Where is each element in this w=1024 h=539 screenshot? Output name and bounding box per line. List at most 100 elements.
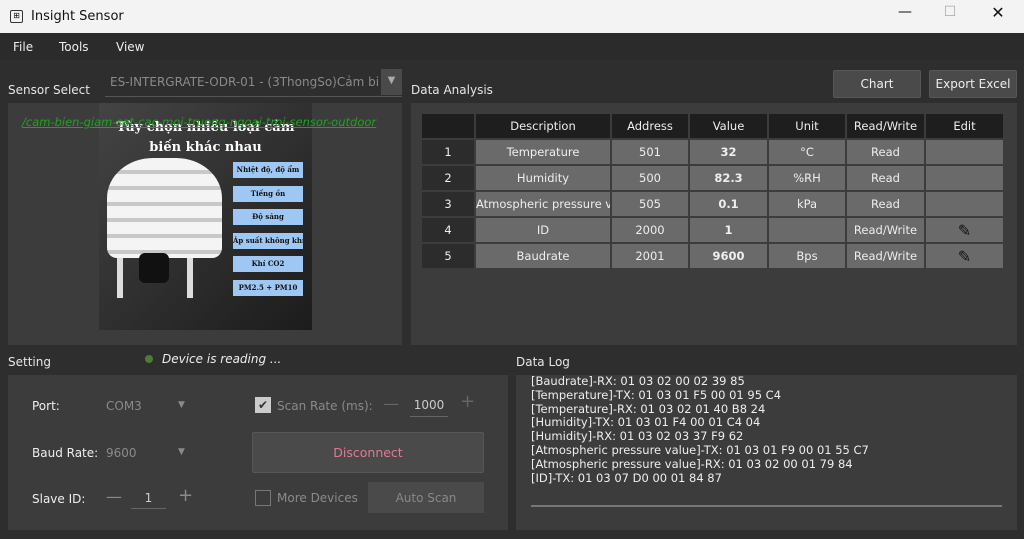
menu-bar: File Tools View: [0, 33, 1024, 60]
port-dropdown[interactable]: COM3 ▼: [106, 395, 191, 417]
unit-cell: %RH: [769, 166, 845, 190]
row-index: 5: [422, 244, 474, 268]
address-cell: 501: [612, 140, 688, 164]
baud-rate-dropdown[interactable]: 9600 ▼: [106, 442, 191, 464]
data-log-label: Data Log: [516, 355, 570, 369]
row-index: 3: [422, 192, 474, 216]
description-cell: ID: [476, 218, 610, 242]
log-line: [Temperature]-TX: 01 03 01 F5 00 01 95 C…: [531, 387, 782, 402]
log-line: [Humidity]-RX: 01 03 02 03 37 F9 62: [531, 429, 744, 444]
horizontal-scrollbar[interactable]: [531, 505, 1002, 507]
unit-cell: [769, 218, 845, 242]
scan-rate-checkbox[interactable]: ✔: [255, 397, 271, 413]
window-title: Insight Sensor: [31, 9, 124, 24]
minimize-button[interactable]: —: [885, 4, 925, 28]
app-icon: ⊞: [10, 10, 23, 23]
sensor-feature-tag: Tiếng ồn: [233, 185, 303, 202]
close-button[interactable]: ✕: [978, 3, 1018, 27]
read-write-cell: Read: [847, 192, 924, 216]
setting-panel: Port: COM3 ▼ Baud Rate: 9600 ▼ Slave ID: —…: [8, 375, 508, 530]
log-line: [Temperature]-RX: 01 03 02 01 40 B8 24: [531, 401, 766, 416]
data-table: Description Address Value Unit Read/Write Edi…: [420, 112, 1005, 270]
scan-rate-label: Scan Rate (ms):: [277, 399, 373, 413]
scan-rate-input[interactable]: 1000: [410, 393, 448, 417]
column-header: Address: [612, 114, 688, 138]
export-excel-button[interactable]: Export Excel: [929, 70, 1017, 98]
sensor-select-value: ES-INTERGRATE-ODR-01 - (3ThongSo)Cảm biế…: [110, 75, 378, 89]
address-cell: 2001: [612, 244, 688, 268]
product-link[interactable]: /cam-bien-giam-sat-cac-moi-truong-ngoai-…: [22, 115, 376, 129]
table-row[interactable]: 3Atmospheric pressure value5050.1kPaRead: [422, 192, 1003, 216]
address-cell: 500: [612, 166, 688, 190]
auto-scan-button[interactable]: Auto Scan: [368, 482, 484, 513]
row-index: 1: [422, 140, 474, 164]
read-write-cell: Read: [847, 140, 924, 164]
table-row[interactable]: 1 Temperature 501 32 °C Read: [422, 140, 1003, 164]
chart-button[interactable]: Chart: [833, 70, 921, 98]
column-header: Value: [690, 114, 767, 138]
sensor-feature-tag: Khí CO2: [233, 256, 303, 272]
menu-file[interactable]: File: [13, 40, 33, 54]
more-devices-label: More Devices: [277, 491, 358, 505]
slave-id-label: Slave ID:: [32, 492, 86, 506]
address-cell: 505: [612, 192, 688, 216]
column-header: Unit: [769, 114, 845, 138]
data-log-panel[interactable]: [Baudrate]-RX: 01 03 02 00 02 39 85 [Temp…: [516, 375, 1017, 530]
sensor-select-label: Sensor Select: [8, 83, 90, 97]
slave-id-input[interactable]: 1: [131, 485, 166, 509]
data-analysis-label: Data Analysis: [411, 83, 493, 97]
sensor-image: Tùy chọn nhiều loại cảm biến khác nhau N…: [99, 103, 312, 330]
slave-id-decrement-button[interactable]: —: [106, 487, 122, 506]
description-cell: Humidity: [476, 166, 610, 190]
setting-label: Setting: [8, 355, 51, 369]
disconnect-button[interactable]: Disconnect: [252, 432, 484, 473]
pencil-icon[interactable]: ✎: [958, 221, 971, 240]
scan-rate-increment-button[interactable]: +: [460, 391, 475, 412]
port-label: Port:: [32, 399, 60, 413]
unit-cell: °C: [769, 140, 845, 164]
sensor-select-dropdown[interactable]: ES-INTERGRATE-ODR-01 - (3ThongSo)Cảm biế…: [105, 69, 402, 97]
unit-cell: kPa: [769, 192, 845, 216]
unit-cell: Bps: [769, 244, 845, 268]
menu-view[interactable]: View: [116, 40, 144, 54]
read-write-cell: Read: [847, 166, 924, 190]
status-indicator-icon: [145, 355, 153, 363]
description-cell: Temperature: [476, 140, 610, 164]
log-line: [Atmospheric pressure value]-TX: 01 03 0…: [531, 442, 869, 457]
table-row[interactable]: 2 Humidity 500 82.3 %RH Read: [422, 166, 1003, 190]
row-index: 4: [422, 218, 474, 242]
value-cell: 9600: [690, 244, 767, 268]
edit-cell: [926, 166, 1003, 190]
read-write-cell: Read/Write: [847, 244, 924, 268]
sensor-image-panel: Tùy chọn nhiều loại cảm biến khác nhau N…: [8, 103, 402, 345]
port-value: COM3: [106, 399, 142, 413]
column-header: Edit: [926, 114, 1003, 138]
edit-cell: [926, 192, 1003, 216]
scan-rate-decrement-button[interactable]: —: [383, 394, 399, 413]
edit-button[interactable]: ✎: [926, 244, 1003, 268]
maximize-button[interactable]: ☐: [930, 4, 970, 28]
column-header: Description: [476, 114, 610, 138]
baud-rate-label: Baud Rate:: [32, 446, 99, 460]
pencil-icon[interactable]: ✎: [958, 247, 971, 266]
description-cell: Baudrate: [476, 244, 610, 268]
description-cell: Atmospheric pressure value: [476, 192, 610, 216]
chevron-down-icon: ▼: [381, 69, 402, 95]
slave-id-increment-button[interactable]: +: [178, 485, 193, 506]
table-row[interactable]: 4 ID 2000 1 Read/Write ✎: [422, 218, 1003, 242]
sensor-feature-tag: Độ sáng: [233, 209, 303, 225]
chevron-down-icon: ▼: [178, 447, 185, 457]
value-cell: 0.1: [690, 192, 767, 216]
chevron-down-icon: ▼: [178, 400, 185, 410]
value-cell: 32: [690, 140, 767, 164]
sensor-feature-tag: PM2.5 + PM10: [233, 279, 303, 296]
sensor-device-graphic: [107, 158, 222, 258]
menu-tools[interactable]: Tools: [59, 40, 89, 54]
more-devices-checkbox[interactable]: [255, 490, 271, 506]
table-row[interactable]: 5 Baudrate 2001 9600 Bps Read/Write ✎: [422, 244, 1003, 268]
log-line: [Atmospheric pressure value]-RX: 01 03 0…: [531, 456, 853, 471]
address-cell: 2000: [612, 218, 688, 242]
baud-rate-value: 9600: [106, 446, 137, 460]
log-line: [Baudrate]-RX: 01 03 02 00 02 39 85: [531, 375, 745, 388]
edit-button[interactable]: ✎: [926, 218, 1003, 242]
